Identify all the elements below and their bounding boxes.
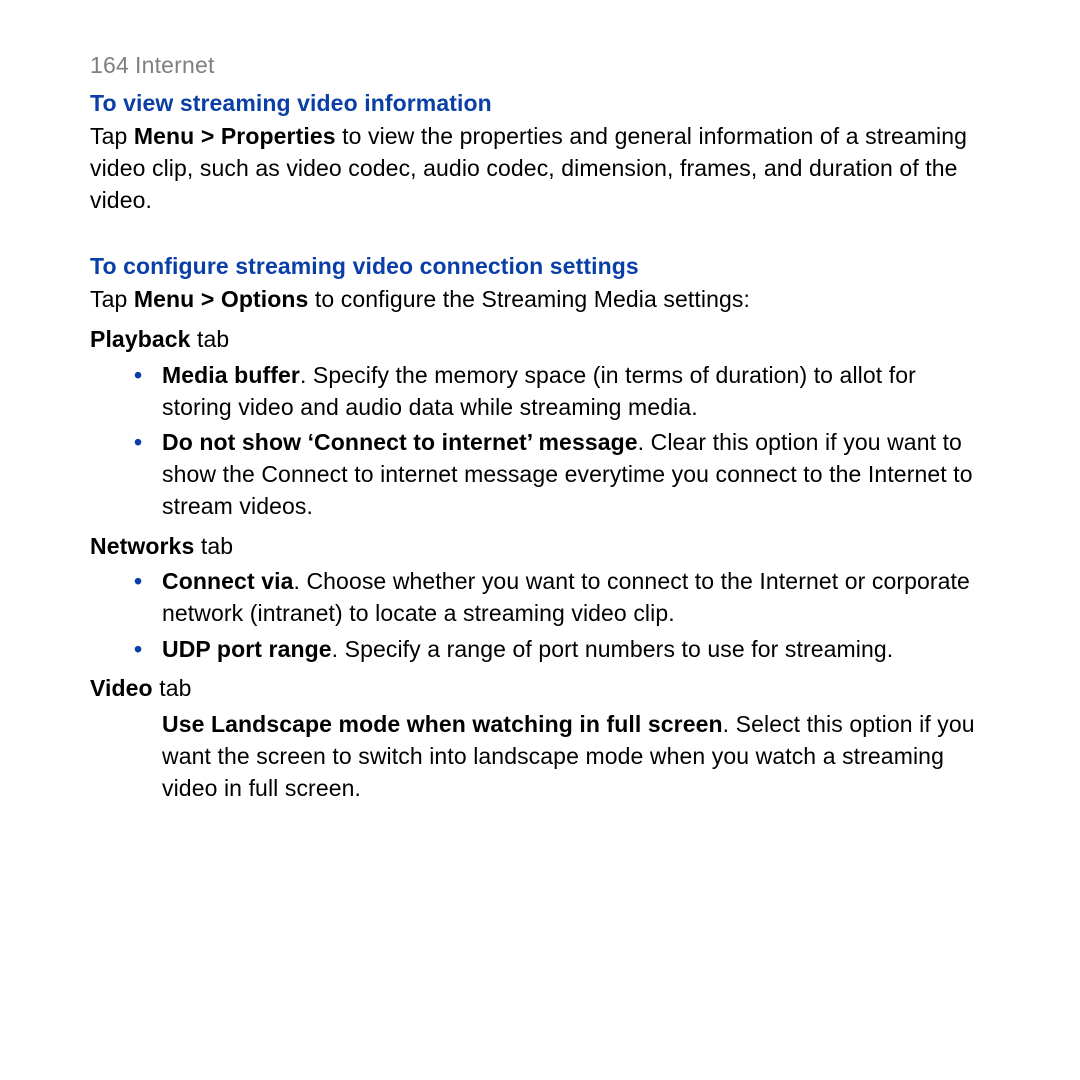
- text: Tap: [90, 286, 134, 312]
- list-item: UDP port range. Specify a range of port …: [90, 634, 990, 666]
- item-text: . Specify a range of port numbers to use…: [332, 636, 894, 662]
- item-term: Media buffer: [162, 362, 300, 388]
- menu-path: Menu > Options: [134, 286, 309, 312]
- paragraph-view-info: Tap Menu > Properties to view the proper…: [90, 121, 990, 216]
- heading-view-info: To view streaming video information: [90, 88, 990, 120]
- list-item: Do not show ‘Connect to internet’ messag…: [90, 427, 990, 522]
- networks-tab-label: Networks tab: [90, 531, 990, 563]
- paragraph-configure-intro: Tap Menu > Options to configure the Stre…: [90, 284, 990, 316]
- networks-bullets: Connect via. Choose whether you want to …: [90, 566, 990, 665]
- document-page: 164Internet To view streaming video info…: [0, 0, 1080, 804]
- text: to configure the Streaming Media setting…: [308, 286, 750, 312]
- heading-configure: To configure streaming video connection …: [90, 251, 990, 283]
- item-term: UDP port range: [162, 636, 332, 662]
- tab-name: Video: [90, 675, 153, 701]
- text: tab: [191, 326, 230, 352]
- page-number: 164: [90, 52, 129, 78]
- item-term: Connect via: [162, 568, 293, 594]
- playback-bullets: Media buffer. Specify the memory space (…: [90, 360, 990, 523]
- menu-path: Menu > Properties: [134, 123, 336, 149]
- list-item: Connect via. Choose whether you want to …: [90, 566, 990, 629]
- tab-name: Networks: [90, 533, 194, 559]
- video-item: Use Landscape mode when watching in full…: [90, 709, 990, 804]
- page-header: 164Internet: [90, 50, 990, 82]
- playback-tab-label: Playback tab: [90, 324, 990, 356]
- tab-name: Playback: [90, 326, 191, 352]
- item-term: Use Landscape mode when watching in full…: [162, 711, 723, 737]
- text: tab: [194, 533, 233, 559]
- item-term: Do not show ‘Connect to internet’ messag…: [162, 429, 638, 455]
- section-title: Internet: [135, 52, 215, 78]
- text: tab: [153, 675, 192, 701]
- video-tab-label: Video tab: [90, 673, 990, 705]
- list-item: Media buffer. Specify the memory space (…: [90, 360, 990, 423]
- text: Tap: [90, 123, 134, 149]
